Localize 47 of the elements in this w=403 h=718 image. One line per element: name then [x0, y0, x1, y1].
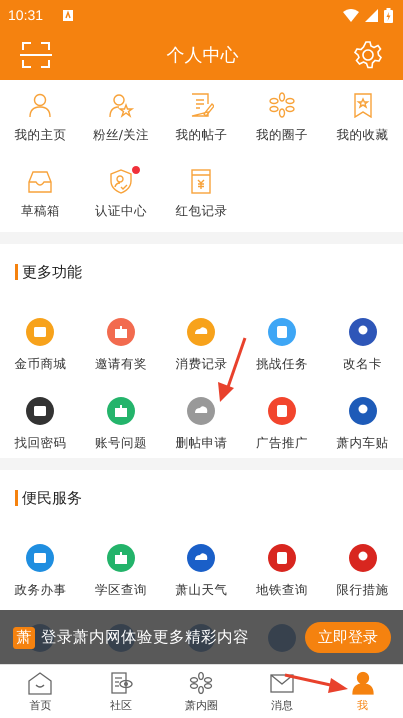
- menu-item-label[interactable]: 广告推广: [256, 435, 308, 452]
- nav-tab[interactable]: 萧内圈: [161, 665, 242, 718]
- scan-icon[interactable]: [20, 41, 52, 69]
- menu-item-label[interactable]: 我的主页: [14, 127, 66, 144]
- annotation-arrow: [284, 674, 348, 693]
- menu-item-icon: [108, 92, 134, 118]
- login-prompt: 登录萧内网体验更多精彩内容: [41, 627, 250, 648]
- page-title: 个人中心: [166, 44, 238, 67]
- menu-item-label[interactable]: 挑战任务: [256, 356, 308, 373]
- menu-item-label[interactable]: 萧山天气: [175, 582, 228, 599]
- home-icon: [27, 670, 54, 694]
- menu-item-label[interactable]: 金币商城: [14, 356, 66, 373]
- menu-item-label[interactable]: 消费记录: [175, 356, 228, 373]
- menu-item-label[interactable]: 我的收藏: [336, 127, 389, 144]
- menu-item-label[interactable]: 找回密码: [14, 435, 66, 452]
- menu-item-label[interactable]: 账号问题: [94, 435, 147, 452]
- menu-item-icon: [108, 168, 134, 194]
- settings-icon[interactable]: [353, 40, 383, 70]
- menu-item-label[interactable]: 粉丝/关注: [92, 127, 149, 144]
- section-title: 更多功能: [22, 262, 82, 282]
- menu-item-label[interactable]: 政务办事: [14, 582, 66, 599]
- nav-tab[interactable]: 首页: [0, 665, 81, 718]
- flower-icon: [188, 670, 214, 694]
- section-title: 便民服务: [22, 488, 82, 508]
- menu-item-label[interactable]: 认证中心: [94, 203, 147, 220]
- notification-icon: [63, 10, 74, 20]
- nav-tab[interactable]: 社区: [80, 665, 162, 718]
- nav-tab[interactable]: 消息: [242, 665, 322, 718]
- person-icon: [350, 670, 376, 694]
- menu-item-label[interactable]: 学区查询: [94, 582, 147, 599]
- status-time: 10:31: [8, 7, 44, 23]
- app-logo: 萧: [13, 626, 35, 648]
- menu-item-icon: [27, 92, 54, 118]
- wifi-icon: [343, 8, 359, 22]
- menu-item-label[interactable]: 萧内车贴: [336, 435, 389, 452]
- menu-item-icon: [269, 92, 296, 118]
- menu-item-label[interactable]: 改名卡: [343, 356, 382, 373]
- menu-item-label[interactable]: 红包记录: [175, 203, 228, 220]
- menu-item-label[interactable]: 我的帖子: [175, 127, 228, 144]
- menu-item-label[interactable]: 限行措施: [336, 582, 389, 599]
- signal-icon: [365, 8, 378, 22]
- menu-item-label[interactable]: 草稿箱: [20, 203, 60, 220]
- menu-item-label[interactable]: 地铁查询: [256, 582, 308, 599]
- battery-icon: [384, 8, 393, 22]
- menu-item-label[interactable]: 删帖申请: [175, 435, 228, 452]
- menu-item-label[interactable]: 我的圈子: [256, 127, 308, 144]
- menu-item-label[interactable]: 邀请有奖: [94, 356, 147, 373]
